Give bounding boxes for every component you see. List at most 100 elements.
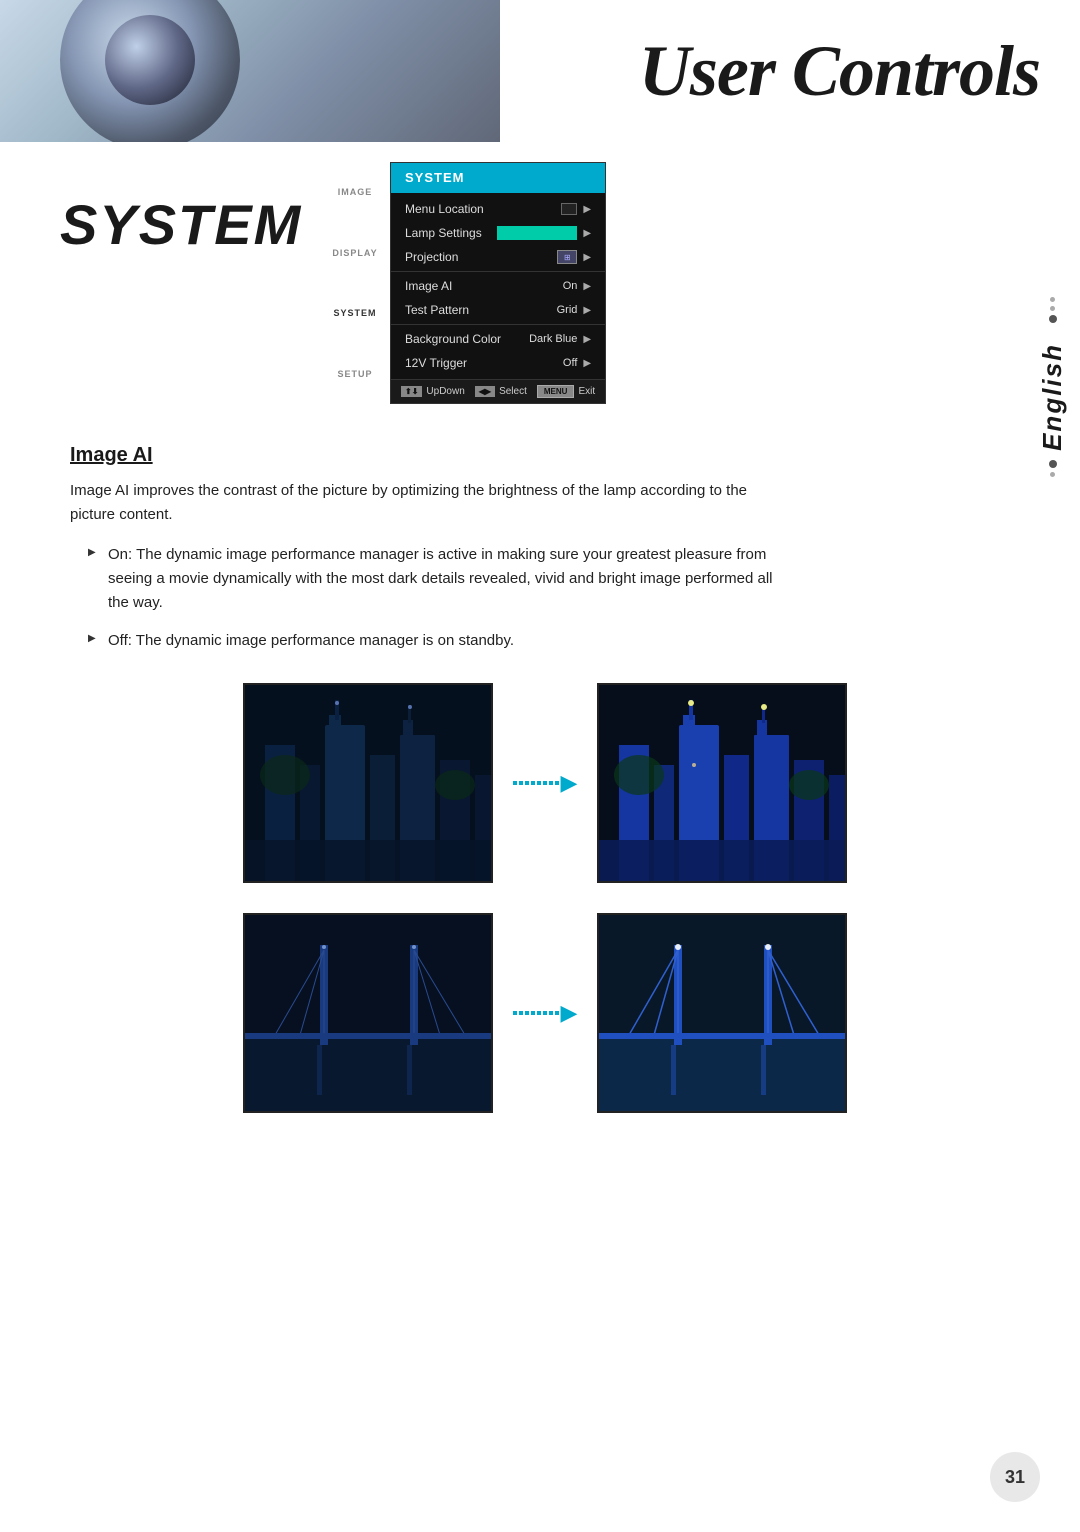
arrow-lines: ▶ (513, 1000, 578, 1026)
menu-arrow-icon: ▶ (583, 281, 591, 292)
menu-location-icon (561, 203, 577, 215)
menu-item-test-pattern[interactable]: Test Pattern Grid ▶ (391, 298, 605, 322)
menu-item-value: Off (563, 357, 577, 369)
footer-updown: ⬆⬇ UpDown (401, 386, 465, 397)
menu-items: Menu Location ▶ Lamp Settings ▶ (391, 193, 605, 379)
menu-footer: ⬆⬇ UpDown ◀▶ Select MENU Exit (391, 379, 605, 403)
bridge-svg-after (599, 915, 847, 1113)
menu-item-label: Image AI (405, 279, 563, 293)
arrow-dot (519, 781, 523, 785)
main-content: SYSTEM IMAGE DISPLAY SYSTEM SETUP SYSTEM… (0, 142, 1080, 1203)
image-ai-description: Image AI improves the contrast of the pi… (70, 479, 770, 527)
menu-item-projection[interactable]: Projection ⊞ ▶ (391, 245, 605, 269)
arrow-dot (537, 1011, 541, 1015)
image-ai-title: Image AI (70, 444, 1020, 467)
nav-tab-display[interactable]: DISPLAY (320, 244, 390, 262)
menu-arrow-icon: ▶ (583, 228, 591, 239)
footer-select: ◀▶ Select (475, 386, 527, 397)
menu-divider (391, 271, 605, 272)
menu-arrow-icon: ▶ (583, 252, 591, 263)
menu-item-label: Projection (405, 250, 557, 264)
projection-icon: ⊞ (557, 250, 577, 264)
system-section: SYSTEM IMAGE DISPLAY SYSTEM SETUP SYSTEM… (60, 162, 1020, 404)
arrow-indicator-bridge: ▶ (513, 1000, 578, 1026)
menu-item-right: ▶ (497, 226, 591, 240)
arrow-dot (537, 781, 541, 785)
arrow-indicator-city: ▶ (513, 770, 578, 796)
updown-icon: ⬆⬇ (401, 386, 422, 397)
menu-item-value: Grid (557, 304, 578, 316)
menu-item-label: Lamp Settings (405, 226, 497, 240)
header: User Controls (0, 0, 1080, 142)
arrow-tip-icon: ▶ (561, 1000, 578, 1026)
menu-arrow-icon: ▶ (583, 334, 591, 345)
arrow-dot (525, 781, 529, 785)
menu-divider (391, 324, 605, 325)
menu-item-lamp-settings[interactable]: Lamp Settings ▶ (391, 221, 605, 245)
menu-item-label: Test Pattern (405, 303, 557, 317)
menu-panel: SYSTEM Menu Location ▶ Lamp Settings (390, 162, 606, 404)
bullet-item-on: On: The dynamic image performance manage… (90, 543, 790, 615)
arrow-dot (549, 1011, 553, 1015)
arrow-dot (543, 1011, 547, 1015)
select-icon: ◀▶ (475, 386, 495, 397)
arrow-dot (531, 1011, 535, 1015)
footer-exit-label: Exit (578, 386, 595, 397)
footer-updown-label: UpDown (426, 386, 464, 397)
city-image-before (243, 683, 493, 883)
menu-btn-icon: MENU (537, 385, 575, 398)
footer-select-label: Select (499, 386, 527, 397)
menu-item-right: Grid ▶ (557, 304, 591, 316)
header-title-area: User Controls (480, 0, 1040, 142)
nav-tab-setup[interactable]: SETUP (320, 365, 390, 383)
menu-arrow-icon: ▶ (583, 358, 591, 369)
arrow-dot (513, 1011, 517, 1015)
arrow-tip-icon: ▶ (561, 770, 578, 796)
menu-item-label: 12V Trigger (405, 356, 563, 370)
nav-tabs: IMAGE DISPLAY SYSTEM SETUP (320, 162, 390, 404)
arrow-dot (525, 1011, 529, 1015)
menu-header-text: SYSTEM (405, 170, 464, 185)
arrow-dot (543, 781, 547, 785)
menu-item-menu-location[interactable]: Menu Location ▶ (391, 197, 605, 221)
menu-item-right: Dark Blue ▶ (529, 333, 591, 345)
bullet-list: On: The dynamic image performance manage… (70, 543, 1020, 653)
arrow-dot (513, 781, 517, 785)
arrow-lines: ▶ (513, 770, 578, 796)
arrow-dot (555, 781, 559, 785)
bridge-image-before (243, 913, 493, 1113)
nav-tab-image[interactable]: IMAGE (320, 183, 390, 201)
city-comparison: ▶ (70, 683, 1020, 883)
menu-arrow-icon: ▶ (583, 305, 591, 316)
menu-item-12v-trigger[interactable]: 12V Trigger Off ▶ (391, 351, 605, 375)
city-svg-before (245, 685, 493, 883)
bridge-image-after (597, 913, 847, 1113)
menu-header: SYSTEM (391, 163, 605, 193)
arrow-dot (531, 781, 535, 785)
menu-item-right: On ▶ (563, 280, 591, 292)
system-title: SYSTEM (60, 192, 320, 257)
city-svg-after (599, 685, 847, 883)
menu-item-image-ai[interactable]: Image AI On ▶ (391, 274, 605, 298)
footer-menu: MENU Exit (537, 385, 595, 398)
image-ai-section: Image AI Image AI improves the contrast … (60, 444, 1020, 1113)
menu-item-background-color[interactable]: Background Color Dark Blue ▶ (391, 327, 605, 351)
menu-item-value: Dark Blue (529, 333, 577, 345)
bridge-svg-before (245, 915, 493, 1113)
menu-item-right: ⊞ ▶ (557, 250, 591, 264)
page-number: 31 (990, 1452, 1040, 1502)
arrow-dot (519, 1011, 523, 1015)
bridge-comparison: ▶ (70, 913, 1020, 1113)
header-background (0, 0, 500, 142)
menu-wrapper: IMAGE DISPLAY SYSTEM SETUP SYSTEM Menu L… (320, 162, 606, 404)
bullet-item-off: Off: The dynamic image performance manag… (90, 629, 790, 653)
page-title: User Controls (639, 30, 1040, 113)
menu-item-label: Background Color (405, 332, 529, 346)
lamp-bar (497, 226, 577, 240)
nav-tab-system[interactable]: SYSTEM (320, 304, 390, 322)
lens-inner (105, 15, 195, 105)
menu-item-value: On (563, 280, 578, 292)
menu-item-right: ▶ (561, 203, 591, 215)
menu-item-right: Off ▶ (563, 357, 591, 369)
arrow-dot (555, 1011, 559, 1015)
